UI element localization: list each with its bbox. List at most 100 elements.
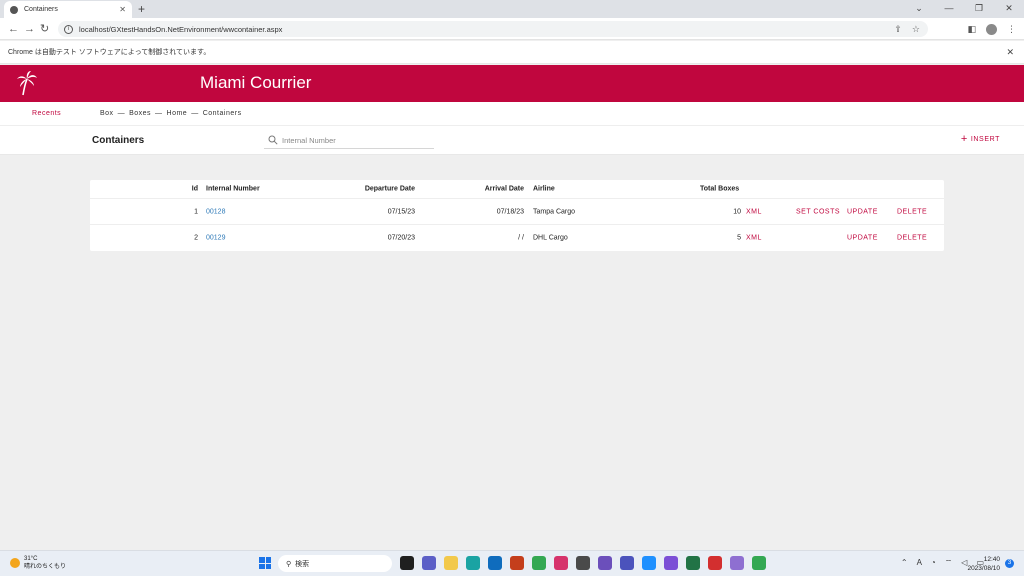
browser-tab[interactable]: Containers ✕ (4, 1, 132, 18)
breadcrumb-item-containers: Containers (202, 110, 242, 117)
clock-time: 12:40 (983, 556, 1000, 563)
app-header: Miami Courrier (0, 65, 1024, 102)
internal-number-link[interactable]: 00129 (206, 235, 225, 242)
restore-button[interactable]: ❐ (964, 0, 994, 18)
task-view-icon[interactable] (400, 556, 414, 570)
minimize-button[interactable]: — (934, 0, 964, 18)
reload-icon[interactable]: ↻ (40, 21, 49, 37)
breadcrumb-item-box[interactable]: Box (100, 110, 114, 117)
url-text: localhost/GXtestHandsOn.NetEnvironment/w… (79, 24, 283, 34)
excel-icon[interactable] (686, 556, 700, 570)
update-button[interactable]: UPDATE (847, 235, 878, 242)
header-total-boxes[interactable]: Total Boxes (700, 186, 739, 193)
weather-temperature: 31°C (24, 556, 38, 562)
breadcrumb-separator: — (155, 110, 163, 117)
cell-id: 2 (194, 234, 198, 242)
new-tab-button[interactable]: + (138, 2, 145, 16)
internal-number-link[interactable]: 00128 (206, 208, 225, 215)
close-tab-icon[interactable]: ✕ (119, 5, 126, 14)
powerpoint-icon[interactable] (510, 556, 524, 570)
cell-departure-date: 07/20/23 (387, 234, 415, 242)
chrome-active-icon[interactable] (752, 556, 766, 570)
delete-button[interactable]: DELETE (897, 235, 927, 242)
chat-icon[interactable] (422, 556, 436, 570)
breadcrumb-item-boxes[interactable]: Boxes (129, 110, 151, 117)
containers-grid: Id Internal Number Departure Date Arriva… (90, 180, 944, 251)
cell-airline: Tampa Cargo (533, 208, 576, 215)
url-field[interactable]: i localhost/GXtestHandsOn.NetEnvironment… (58, 21, 928, 37)
browser-tabstrip: Containers ✕ + ⌄ — ❐ ✕ (0, 0, 1024, 18)
notification-badge[interactable]: 3 (1005, 559, 1014, 568)
delete-button[interactable]: DELETE (897, 208, 927, 215)
set-costs-button[interactable]: SET COSTS (796, 208, 840, 215)
outlook-icon[interactable] (488, 556, 502, 570)
globe-icon (10, 5, 18, 14)
update-button[interactable]: UPDATE (847, 208, 878, 215)
app-title: Miami Courrier (200, 73, 312, 92)
breadcrumb-separator: — (191, 110, 199, 117)
breadcrumb-item-home[interactable]: Home (167, 110, 188, 117)
forward-icon[interactable]: → (24, 21, 35, 37)
app-g-icon[interactable] (576, 556, 590, 570)
search-input[interactable] (282, 135, 422, 145)
table-row: 1 00128 07/15/23 07/18/23 Tampa Cargo 10… (90, 199, 944, 225)
header-internal-number[interactable]: Internal Number (206, 186, 260, 193)
info-icon[interactable]: i (64, 24, 73, 34)
windows-taskbar: 31°C 晴れのちくもり ⚲ 検索 ⌃ A ◔ ⌔ ◁ ▭ 12:40 2023… (0, 550, 1024, 576)
table-row: 2 00129 07/20/23 / / DHL Cargo 5 XML UPD… (90, 225, 944, 251)
genexus-icon[interactable] (554, 556, 568, 570)
weather-text: 晴れのちくもり (24, 564, 67, 570)
sidepanel-icon[interactable]: ◧ (967, 22, 976, 36)
ime-icon[interactable]: A (917, 558, 922, 568)
xml-button[interactable]: XML (746, 208, 762, 215)
skype-icon[interactable] (642, 556, 656, 570)
recents-link[interactable]: Recents (32, 110, 61, 117)
file-explorer-icon[interactable] (444, 556, 458, 570)
wifi-icon[interactable]: ⌔ (945, 558, 953, 568)
chevron-up-icon[interactable]: ⌃ (901, 558, 908, 568)
sync-icon[interactable]: ◔ (931, 558, 936, 568)
taskbar-search[interactable]: ⚲ 検索 (278, 555, 392, 572)
breadcrumb-separator: — (117, 110, 126, 117)
windows-start-icon[interactable] (259, 557, 271, 569)
breadcrumb: Box — Boxes — Home — Containers (100, 110, 242, 117)
star-icon[interactable]: ☆ (912, 24, 920, 35)
search-icon (268, 135, 278, 145)
taskbar-clock[interactable]: 12:40 2023/08/10 (967, 555, 1000, 573)
profile-avatar-icon[interactable] (986, 24, 997, 35)
search-icon: ⚲ (286, 560, 292, 568)
visual-studio-icon[interactable] (664, 556, 678, 570)
header-arrival-date[interactable]: Arrival Date (485, 186, 524, 193)
weather-widget[interactable]: 31°C 晴れのちくもり (10, 555, 66, 571)
taskbar-apps (400, 556, 766, 570)
cell-departure-date: 07/15/23 (387, 208, 415, 215)
cell-id: 1 (194, 208, 198, 215)
automation-notice: Chrome は自動テスト ソフトウェアによって制御されています。 (8, 49, 211, 56)
plus-icon: + (960, 133, 968, 145)
app-dots-icon[interactable] (730, 556, 744, 570)
close-window-button[interactable]: ✕ (994, 0, 1024, 18)
cell-total-boxes: 10 (733, 208, 741, 215)
xml-button[interactable]: XML (746, 235, 762, 242)
page-title: Containers (92, 135, 145, 146)
window-controls: ⌄ — ❐ ✕ (904, 0, 1024, 18)
header-id[interactable]: Id (192, 186, 198, 193)
palm-tree-icon[interactable] (16, 70, 38, 96)
back-icon[interactable]: ← (8, 21, 19, 37)
chrome-icon[interactable] (532, 556, 546, 570)
close-infobar-icon[interactable]: ✕ (1006, 47, 1014, 58)
address-bar-row: ← → ↻ i localhost/GXtestHandsOn.NetEnvir… (0, 18, 1024, 40)
teams-icon[interactable] (620, 556, 634, 570)
app-fx-icon[interactable] (598, 556, 612, 570)
menu-icon[interactable]: ⋮ (1007, 22, 1016, 36)
header-departure-date[interactable]: Departure Date (365, 186, 415, 193)
clock-date: 2023/08/10 (967, 565, 1000, 572)
chevron-down-icon[interactable]: ⌄ (904, 0, 934, 18)
insert-button[interactable]: + INSERT (960, 133, 1000, 145)
acrobat-icon[interactable] (708, 556, 722, 570)
insert-label: INSERT (970, 135, 1000, 143)
edge-icon[interactable] (466, 556, 480, 570)
header-airline[interactable]: Airline (533, 186, 555, 193)
share-icon[interactable]: ⇪ (894, 24, 902, 35)
weather-sun-icon (10, 558, 20, 568)
